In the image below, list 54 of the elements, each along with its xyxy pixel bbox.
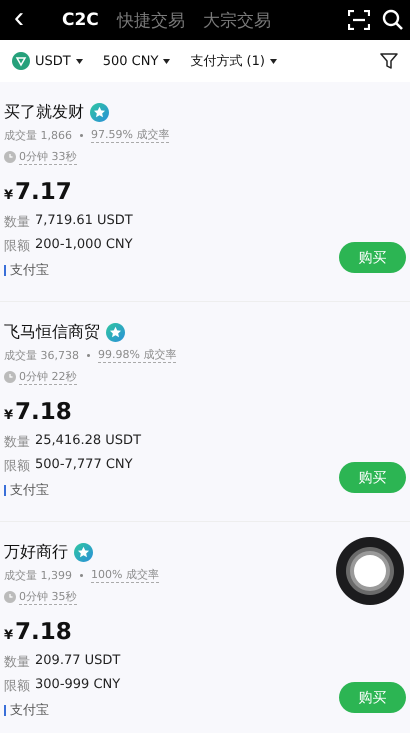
caret-icon [76,58,83,64]
amount-value: 209.77 USDT [35,653,120,670]
search-icon[interactable] [382,9,404,31]
release-time: 0分钟 22秒 [19,369,76,385]
tab[interactable]: 大宗交易 [202,8,271,32]
payment-method: 支付宝 [10,262,49,279]
completion-rate: 99.98% 成交率 [98,347,176,363]
scan-icon[interactable] [348,10,370,30]
limit-value: 300-999 CNY [35,677,120,694]
amount-value: 25,416.28 USDT [35,433,142,450]
separator-dot [80,574,83,576]
floating-assistive-button[interactable] [336,537,404,605]
separator-dot [80,134,83,136]
trade-count: 成交量 36,738 [4,348,79,362]
clock-icon [4,371,16,383]
filter-icon[interactable] [380,52,398,70]
completion-rate: 97.59% 成交率 [91,127,170,143]
separator-dot [87,354,90,356]
trade-count: 成交量 1,866 [4,128,72,142]
merchant-name[interactable]: 飞马恒信商贸 [4,322,100,343]
completion-rate: 100% 成交率 [91,567,159,583]
currency-symbol: ¥ [4,408,14,423]
payment-method: 支付宝 [10,702,49,719]
merchant-name[interactable]: 万好商行 [4,542,68,563]
amount-label: 数量 [4,214,30,231]
merchant-name[interactable]: 买了就发财 [4,102,84,123]
price: 7.17 [15,179,72,205]
caret-icon [163,58,170,64]
amount-label: 数量 [4,654,30,671]
currency-symbol: ¥ [4,628,14,643]
payment-method: 支付宝 [10,482,49,499]
clock-icon [4,591,16,603]
price: 7.18 [15,399,72,425]
amount-label: 数量 [4,434,30,451]
limit-label: 限额 [4,678,30,695]
release-time: 0分钟 33秒 [19,149,76,165]
limit-label: 限额 [4,238,30,255]
filter-dropdown[interactable]: 500 CNY [102,54,170,68]
filter-dropdown[interactable]: USDT [12,52,83,70]
caret-icon [270,58,277,64]
coin-icon [12,52,30,70]
filter-dropdown[interactable]: 支付方式 (1) [190,52,277,70]
tab[interactable]: 快捷交易 [116,8,185,32]
limit-label: 限额 [4,458,30,475]
currency-symbol: ¥ [4,188,14,203]
limit-value: 200-1,000 CNY [35,237,133,254]
back-button[interactable]: ‹ [8,3,30,33]
clock-icon [4,151,16,163]
price: 7.18 [15,619,72,645]
tab[interactable]: C2C [62,8,99,32]
amount-value: 7,719.61 USDT [35,213,133,230]
release-time: 0分钟 35秒 [19,589,76,605]
limit-value: 500-7,777 CNY [35,457,133,474]
trade-count: 成交量 1,399 [4,568,72,582]
